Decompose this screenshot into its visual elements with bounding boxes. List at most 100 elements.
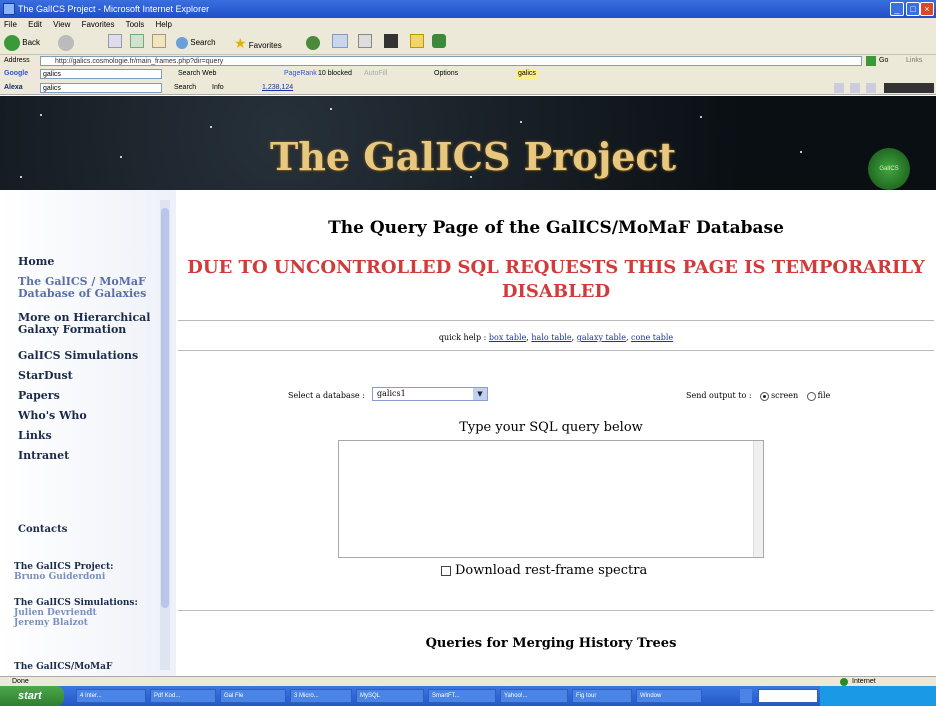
forward-button[interactable] bbox=[58, 34, 74, 52]
maximize-button[interactable]: □ bbox=[906, 2, 920, 16]
alexa-icon-1[interactable] bbox=[834, 83, 844, 93]
sidebar-item-home[interactable]: Home bbox=[18, 256, 54, 268]
sidebar-item-stardust[interactable]: StarDust bbox=[18, 370, 73, 382]
taskbar-item[interactable]: Gal Fle bbox=[220, 689, 286, 703]
print-icon[interactable] bbox=[358, 34, 372, 48]
link-galaxy-table[interactable]: galaxy table bbox=[577, 333, 626, 342]
sidebar-item-links[interactable]: Links bbox=[18, 430, 52, 442]
alexa-icon-3[interactable] bbox=[866, 83, 876, 93]
alexa-rank[interactable]: 1,238,124 bbox=[262, 81, 293, 95]
contact-name[interactable]: Bruno Guiderdoni bbox=[14, 572, 105, 582]
star-icon: ★ bbox=[234, 35, 247, 51]
menu-file[interactable]: File bbox=[4, 20, 17, 29]
database-select[interactable]: galics1 ▼ bbox=[372, 387, 488, 401]
search-web-button[interactable]: Search Web bbox=[178, 67, 216, 81]
go-icon[interactable] bbox=[866, 56, 876, 66]
link-box-table[interactable]: box table bbox=[489, 333, 526, 342]
back-button[interactable]: Back bbox=[4, 34, 40, 52]
search-button[interactable]: Search bbox=[176, 34, 216, 52]
language-icon[interactable] bbox=[740, 689, 752, 703]
popup-blocker[interactable]: 10 blocked bbox=[318, 67, 352, 81]
taskbar-item[interactable]: SmartFT... bbox=[428, 689, 496, 703]
textarea-scrollbar[interactable] bbox=[753, 441, 763, 557]
go-button[interactable]: Go bbox=[879, 55, 888, 67]
contacts-title: Contacts bbox=[18, 524, 68, 535]
taskbar-item[interactable]: Fig tour bbox=[572, 689, 632, 703]
link-halo-table[interactable]: halo table bbox=[531, 333, 571, 342]
autofill-button[interactable]: AutoFill bbox=[364, 67, 387, 81]
sql-label: Type your SQL query below bbox=[459, 420, 643, 435]
google-search-input[interactable]: galics bbox=[40, 69, 162, 79]
mail-icon[interactable] bbox=[332, 34, 348, 48]
download-checkbox[interactable] bbox=[441, 565, 451, 576]
sidebar-item-intranet[interactable]: Intranet bbox=[18, 450, 69, 462]
sql-query-textarea[interactable] bbox=[338, 440, 764, 558]
home-icon[interactable] bbox=[152, 34, 166, 48]
radio-file[interactable] bbox=[806, 391, 816, 401]
quick-help: quick help : box table, halo table, gala… bbox=[438, 333, 674, 342]
contact-name[interactable]: Jeremy Blaizot bbox=[14, 618, 88, 628]
taskbar-item[interactable]: Window bbox=[636, 689, 702, 703]
contact-momaf: The GalICS/MoMaF bbox=[14, 662, 113, 672]
amazon-button[interactable] bbox=[884, 83, 934, 93]
search-icon bbox=[176, 36, 188, 49]
taskbar-search-input[interactable] bbox=[758, 689, 818, 703]
sidebar-item-papers[interactable]: Papers bbox=[18, 390, 60, 402]
edit-icon[interactable] bbox=[384, 34, 398, 48]
taskbar-item[interactable]: 4 Inter... bbox=[76, 689, 146, 703]
alexa-info-button[interactable]: Info bbox=[212, 81, 224, 95]
address-input[interactable]: http://galics.cosmologie.fr/main_frames.… bbox=[40, 56, 862, 66]
divider bbox=[178, 350, 934, 351]
alexa-logo: Alexa bbox=[4, 84, 23, 91]
options-button[interactable]: Options bbox=[434, 67, 458, 81]
history-icon[interactable] bbox=[306, 34, 320, 52]
sidebar-item-whos-who[interactable]: Who's Who bbox=[18, 410, 87, 422]
sidebar-item-database[interactable]: The GalICS / MoMaF Database of Galaxies bbox=[18, 276, 158, 300]
internet-zone-icon bbox=[840, 678, 848, 686]
sidebar-scrollbar[interactable] bbox=[160, 200, 170, 670]
alexa-search-input[interactable]: galics bbox=[40, 83, 162, 93]
site-banner: The GalICS Project bbox=[0, 96, 936, 190]
download-spectra-option[interactable]: Download rest-frame spectra bbox=[441, 563, 647, 578]
scrollbar-thumb[interactable] bbox=[161, 208, 169, 608]
stop-icon[interactable] bbox=[108, 34, 122, 48]
galics-globe-logo[interactable]: GalICS bbox=[868, 148, 910, 190]
menu-favorites[interactable]: Favorites bbox=[82, 20, 115, 29]
pagerank-indicator: PageRank bbox=[284, 70, 317, 77]
menu-view[interactable]: View bbox=[53, 20, 70, 29]
menu-tools[interactable]: Tools bbox=[126, 20, 145, 29]
link-cone-table[interactable]: cone table bbox=[631, 333, 673, 342]
refresh-icon[interactable] bbox=[130, 34, 144, 48]
divider bbox=[178, 320, 934, 321]
address-bar: Address http://galics.cosmologie.fr/main… bbox=[0, 55, 936, 67]
close-button[interactable]: × bbox=[920, 2, 934, 16]
taskbar-item[interactable]: 3 Micro... bbox=[290, 689, 352, 703]
alexa-icon-2[interactable] bbox=[850, 83, 860, 93]
sidebar: Home The GalICS / MoMaF Database of Gala… bbox=[0, 190, 176, 676]
menu-help[interactable]: Help bbox=[156, 20, 172, 29]
taskbar-item[interactable]: Pdf Kod... bbox=[150, 689, 216, 703]
favorites-button[interactable]: ★ Favorites bbox=[234, 34, 282, 52]
folder-icon[interactable] bbox=[410, 34, 424, 48]
radio-screen[interactable] bbox=[760, 391, 770, 401]
sidebar-item-hierarchical[interactable]: More on Hierarchical Galaxy Formation bbox=[18, 312, 158, 336]
messenger-icon[interactable] bbox=[432, 34, 446, 48]
contact-name[interactable]: Julien Devriendt bbox=[14, 608, 97, 618]
divider bbox=[178, 610, 934, 611]
highlight-term[interactable]: galics bbox=[516, 69, 538, 79]
taskbar-item[interactable]: Yahoo!... bbox=[500, 689, 568, 703]
menubar: File Edit View Favorites Tools Help bbox=[0, 18, 936, 31]
taskbar-item[interactable]: MySQL bbox=[356, 689, 424, 703]
start-button[interactable]: start bbox=[0, 686, 64, 706]
menu-edit[interactable]: Edit bbox=[28, 20, 42, 29]
minimize-button[interactable]: _ bbox=[890, 2, 904, 16]
window-title: The GalICS Project - Microsoft Internet … bbox=[18, 4, 210, 14]
alexa-search-button[interactable]: Search bbox=[174, 81, 196, 95]
status-bar: Done Internet bbox=[0, 676, 936, 686]
forward-arrow-icon bbox=[58, 34, 74, 51]
sidebar-item-simulations[interactable]: GalICS Simulations bbox=[18, 350, 138, 362]
page-title: The Query Page of the GalICS/MoMaF Datab… bbox=[328, 218, 784, 238]
links-button[interactable]: Links bbox=[906, 55, 922, 67]
banner-title: The GalICS Project bbox=[270, 134, 677, 179]
back-arrow-icon bbox=[4, 34, 20, 51]
